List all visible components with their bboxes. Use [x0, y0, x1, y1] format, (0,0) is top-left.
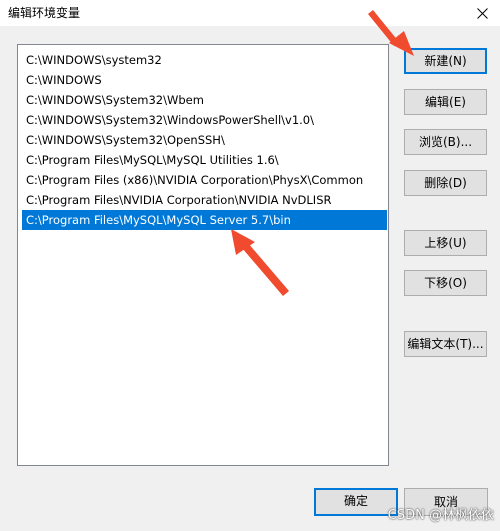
path-list[interactable]: C:\WINDOWS\system32 C:\WINDOWS C:\WINDOW… [17, 44, 389, 466]
move-down-button[interactable]: 下移(O) [404, 270, 487, 296]
move-up-button[interactable]: 上移(U) [404, 230, 487, 256]
edit-button[interactable]: 编辑(E) [404, 89, 487, 115]
watermark: CSDN @林枫依依 [387, 508, 494, 523]
ok-button[interactable]: 确定 [314, 488, 398, 516]
close-button[interactable] [464, 0, 500, 26]
list-item[interactable]: C:\WINDOWS\System32\WindowsPowerShell\v1… [22, 110, 387, 130]
title-bar: 编辑环境变量 [0, 0, 500, 26]
new-button[interactable]: 新建(N) [404, 48, 487, 74]
close-icon [476, 7, 488, 19]
delete-button[interactable]: 删除(D) [404, 170, 487, 196]
list-item[interactable]: C:\Program Files\MySQL\MySQL Utilities 1… [22, 150, 387, 170]
list-item[interactable]: C:\Program Files (x86)\NVIDIA Corporatio… [22, 170, 387, 190]
list-item-selected[interactable]: C:\Program Files\MySQL\MySQL Server 5.7\… [22, 210, 387, 230]
list-item[interactable]: C:\WINDOWS\System32\Wbem [22, 90, 387, 110]
list-item[interactable]: C:\WINDOWS [22, 70, 387, 90]
browse-button[interactable]: 浏览(B)... [404, 129, 487, 155]
list-item[interactable]: C:\WINDOWS\System32\OpenSSH\ [22, 130, 387, 150]
window-title: 编辑环境变量 [8, 6, 81, 20]
list-item[interactable]: C:\Program Files\NVIDIA Corporation\NVID… [22, 190, 387, 210]
list-item[interactable]: C:\WINDOWS\system32 [22, 50, 387, 70]
edit-text-button[interactable]: 编辑文本(T)... [404, 331, 487, 357]
